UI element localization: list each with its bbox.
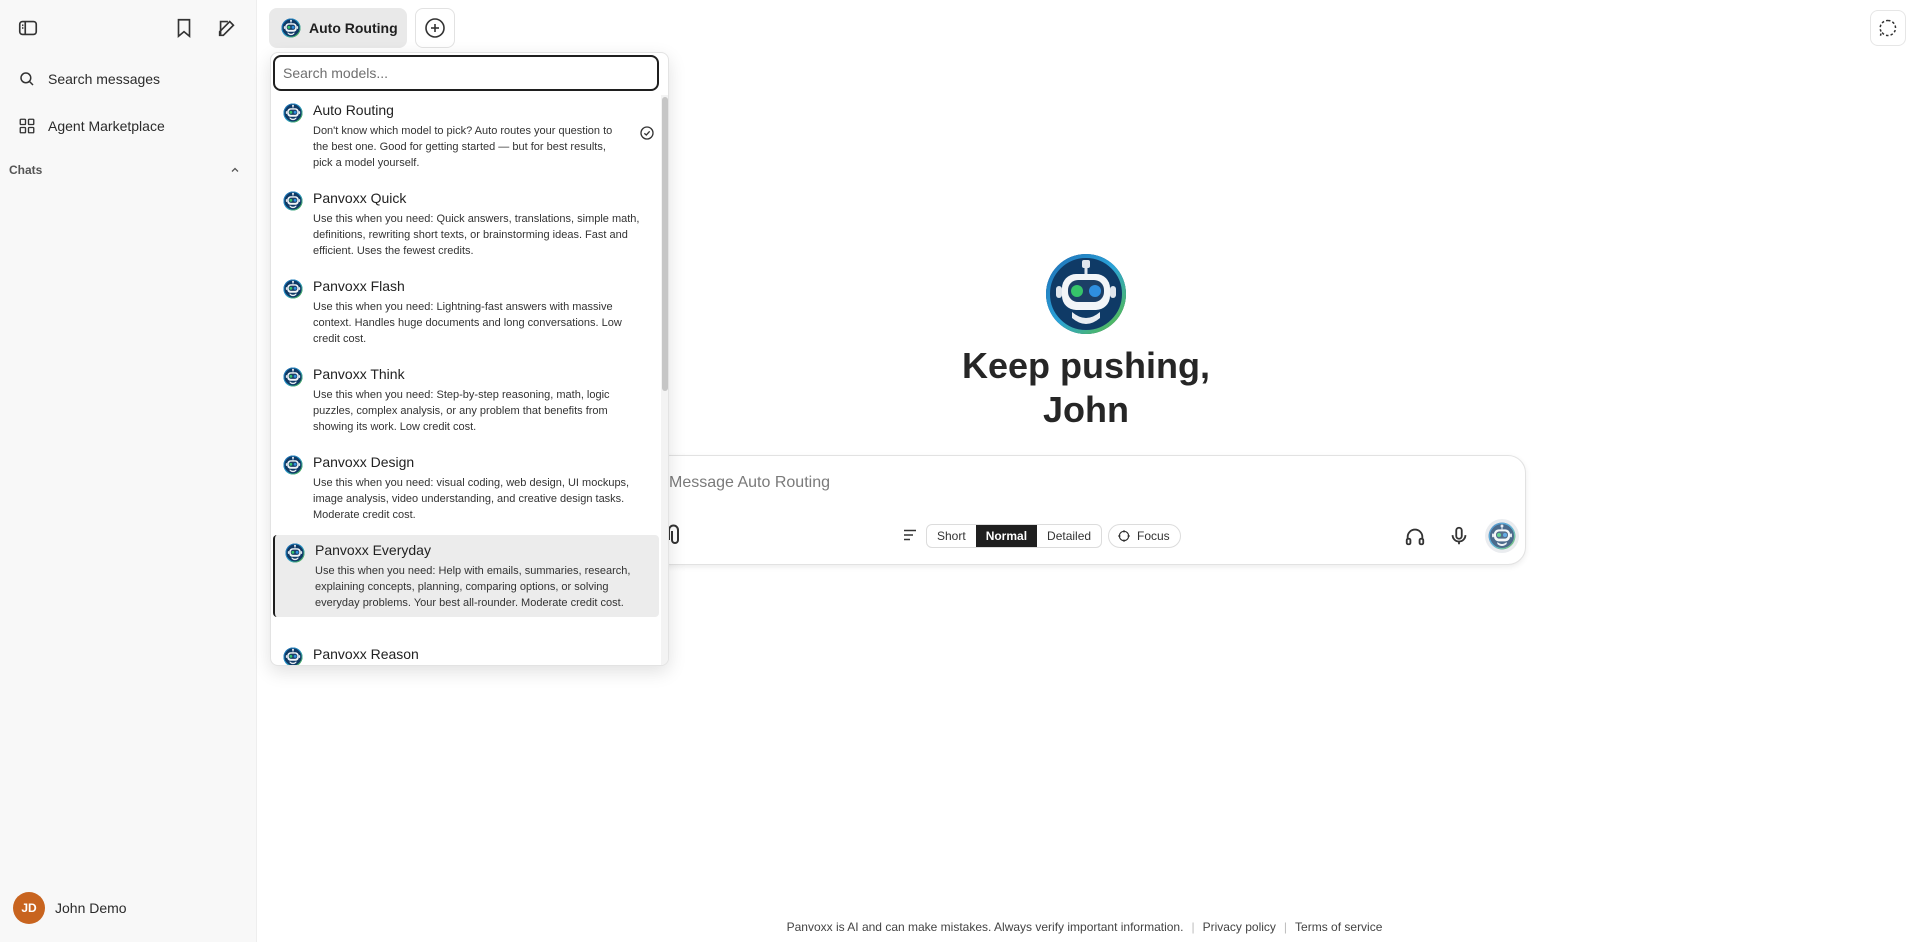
search-messages-label: Search messages [48,71,161,87]
model-list: Auto Routing Don't know which model to p… [271,95,661,666]
sidebar-toolbar [0,0,257,56]
greeting-heading: Keep pushing, John [886,344,1286,432]
model-option-desc: Use this when you need: Help with emails… [315,565,631,609]
length-normal-option[interactable]: Normal [975,525,1038,547]
toggle-sidebar-button[interactable] [12,12,44,44]
search-icon [20,72,34,86]
model-logo-icon [281,18,301,38]
model-logo-icon [285,543,305,563]
add-model-button[interactable] [415,8,455,48]
model-list-scrollbar[interactable] [661,95,668,665]
model-logo-icon [283,191,303,211]
chats-section-header[interactable]: Chats [9,160,241,180]
target-icon [1118,530,1130,542]
model-option-desc: Use this when you need: Lightning-fast a… [313,301,622,345]
message-input[interactable] [669,470,1269,496]
chats-label: Chats [9,163,43,177]
model-logo-icon [283,647,303,666]
footer-disclaimer: Panvoxx is AI and can make mistakes. Alw… [786,920,1184,934]
focus-label: Focus [1137,529,1170,543]
search-messages-item[interactable]: Search messages [12,62,246,96]
model-option-name: Panvoxx Design [313,454,415,470]
model-selector-button[interactable]: Auto Routing [269,8,407,48]
greeting-line-2: John [1043,389,1129,430]
model-option-panvoxx-reason[interactable]: Panvoxx Reason [273,639,659,666]
microphone-icon [1451,526,1467,545]
model-option-desc: Use this when you need: visual coding, w… [313,477,630,521]
text-length-icon [904,529,916,541]
model-dropdown: Auto Routing Don't know which model to p… [270,52,669,666]
model-option-panvoxx-quick[interactable]: Panvoxx Quick Use this when you need: Qu… [273,183,659,265]
voice-mode-button[interactable] [1401,522,1429,550]
plus-circle-icon [425,18,445,38]
model-option-auto-routing[interactable]: Auto Routing Don't know which model to p… [273,95,659,177]
model-logo-icon [283,103,303,123]
agent-marketplace-item[interactable]: Agent Marketplace [12,109,246,143]
model-chip-label: Auto Routing [309,20,398,36]
terms-of-service-link[interactable]: Terms of service [1295,920,1382,934]
dashed-chat-icon [1879,19,1897,37]
new-chat-button[interactable] [211,12,243,44]
grid-icon [19,118,35,134]
greeting-line-1: Keep pushing, [961,345,1210,386]
robot-send-icon [1488,522,1516,550]
model-option-desc: Use this when you need: Quick answers, t… [313,213,640,257]
model-logo-icon [283,367,303,387]
send-button[interactable] [1485,519,1519,553]
temporary-chat-button[interactable] [1870,10,1906,46]
model-logo-icon [283,455,303,475]
edit-icon [218,20,235,37]
chevron-up-icon [231,167,239,172]
dictation-button[interactable] [1445,522,1473,550]
model-logo-icon [283,279,303,299]
headphones-icon [1405,528,1425,546]
length-short-option[interactable]: Short [927,525,976,547]
model-option-panvoxx-design[interactable]: Panvoxx Design Use this when you need: v… [273,447,659,529]
bookmarks-button[interactable] [168,12,200,44]
footer-separator: | [1191,920,1195,934]
footer-separator: | [1283,920,1288,934]
length-detailed-option[interactable]: Detailed [1037,525,1101,547]
model-option-name: Panvoxx Reason [313,646,419,662]
model-option-desc: Don't know which model to pick? Auto rou… [313,125,613,169]
assistant-logo [1044,252,1128,336]
model-option-panvoxx-flash[interactable]: Panvoxx Flash Use this when you need: Li… [273,271,659,353]
focus-button[interactable]: Focus [1108,524,1181,548]
scrollbar-thumb[interactable] [662,97,668,391]
model-option-name: Panvoxx Quick [313,190,407,206]
model-search-input[interactable] [273,55,659,91]
sidebar: Search messages Agent Marketplace Chats … [0,0,257,942]
avatar: JD [13,892,45,924]
message-composer: Short Normal Detailed Focus [652,455,1526,565]
model-option-name: Panvoxx Think [313,366,405,382]
user-name: John Demo [55,900,127,916]
model-option-panvoxx-think[interactable]: Panvoxx Think Use this when you need: St… [273,359,659,441]
bookmark-icon [177,18,191,39]
response-length-segmented: Short Normal Detailed [926,524,1103,548]
check-circle-icon [640,126,654,140]
sidebar-toggle-icon [18,20,38,36]
footer: Panvoxx is AI and can make mistakes. Alw… [257,920,1912,934]
agent-marketplace-label: Agent Marketplace [48,118,165,134]
privacy-policy-link[interactable]: Privacy policy [1203,920,1276,934]
model-option-panvoxx-everyday[interactable]: Panvoxx Everyday Use this when you need:… [273,535,659,617]
model-option-name: Panvoxx Flash [313,278,405,294]
model-option-name: Panvoxx Everyday [315,542,431,558]
model-option-desc: Use this when you need: Step-by-step rea… [313,389,610,433]
model-option-name: Auto Routing [313,102,394,118]
user-profile[interactable]: JD John Demo [13,892,127,924]
